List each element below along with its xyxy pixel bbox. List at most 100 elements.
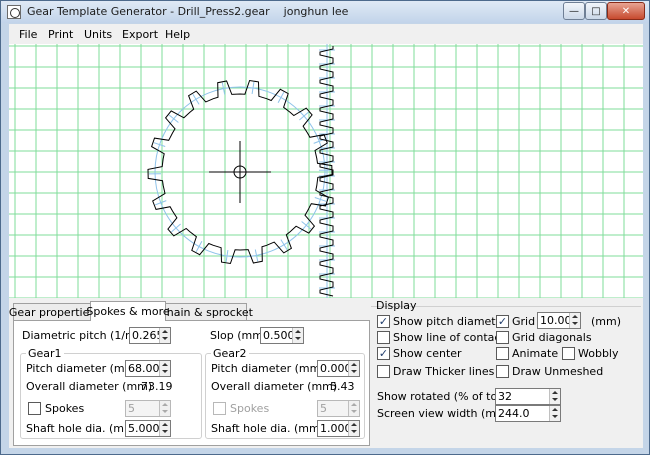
spin-arrows-icon[interactable] (348, 421, 359, 436)
spin-arrows-icon[interactable] (549, 406, 560, 421)
gear1-spokes-value[interactable]: 5 (128, 402, 135, 415)
check-icon: ✓ (497, 315, 508, 328)
grid-checkbox[interactable]: ✓ (496, 315, 509, 328)
spin-arrows-icon[interactable] (159, 401, 170, 416)
tab-spokes-more[interactable]: Spokes & more (86, 301, 170, 321)
gear1-group: Gear1 Pitch diameter (mm) 68.000 Overall… (20, 347, 202, 439)
show-line-of-contact-checkbox[interactable] (377, 331, 390, 344)
gear1-pitch-label: Pitch diameter (mm) (26, 362, 140, 375)
draw-thicker-lines-checkbox[interactable] (377, 365, 390, 378)
grid-size-stepper[interactable]: 10.000 (537, 312, 581, 329)
gear1-shaft-label: Shaft hole dia. (mm) (26, 422, 139, 435)
gear2-shaft-value[interactable]: 1.000 (320, 422, 352, 435)
display-group-title: Display (376, 299, 417, 312)
grid-diagonals-checkbox[interactable] (496, 331, 509, 344)
gear2-spokes-stepper[interactable]: 5 (317, 400, 360, 417)
menu-help[interactable]: Help (165, 28, 190, 41)
control-panel: Gear properties Spokes & more Chain & sp… (9, 298, 643, 448)
pitch-tick (280, 239, 288, 251)
maximize-button[interactable]: □ (585, 2, 607, 20)
gear1-shaft-value[interactable]: 5.000 (128, 422, 160, 435)
gear2-group-title: Gear2 (211, 347, 249, 360)
menu-print[interactable]: Print (48, 28, 73, 41)
spin-arrows-icon[interactable] (292, 328, 303, 343)
draw-unmeshed-checkbox[interactable] (496, 365, 509, 378)
gear2-overall-value: 5.43 (330, 380, 355, 393)
wobbly-checkbox[interactable] (562, 347, 575, 360)
spin-arrows-icon[interactable] (569, 313, 580, 328)
gear-app-icon (7, 5, 21, 19)
center-crosshair (209, 141, 271, 203)
pitch-diameter-lines (148, 44, 335, 298)
gear2-pitch-stepper[interactable]: 0.000 (317, 360, 360, 377)
menu-bar: File Print Units Export Help (9, 24, 643, 44)
diametric-pitch-stepper[interactable]: 0.265 (129, 327, 171, 344)
menu-file[interactable]: File (19, 28, 37, 41)
gear2-shaft-label: Shaft hole dia. (mm) (211, 422, 324, 435)
grid-unit-label: (mm) (591, 315, 622, 328)
grid-label[interactable]: Grid (512, 315, 535, 328)
show-center-label[interactable]: Show center (393, 347, 462, 360)
gear1-spokes-stepper[interactable]: 5 (125, 400, 171, 417)
spokes-tab-page: Diametric pitch (1/mm) 0.265 Slop (mm) 0… (13, 320, 370, 446)
close-button[interactable]: ✕ (607, 2, 645, 20)
spin-arrows-icon[interactable] (159, 361, 170, 376)
spin-arrows-icon[interactable] (348, 401, 359, 416)
gear2-group: Gear2 Pitch diameter (mm) 0.000 Overall … (205, 347, 365, 439)
gear-drawing (9, 44, 643, 298)
pitch-tick (277, 92, 285, 104)
pitch-tick (192, 93, 200, 105)
pitch-tick (195, 240, 203, 252)
pitch-tick (299, 111, 309, 121)
gear1-spokes-checkbox[interactable] (28, 402, 41, 415)
show-line-of-contact-label[interactable]: Show line of contact (393, 331, 505, 344)
screen-view-width-stepper[interactable]: 244.0 (495, 405, 561, 422)
show-center-checkbox[interactable]: ✓ (377, 347, 390, 360)
pitch-tick (168, 114, 179, 123)
title-bar[interactable]: Gear Template Generator - Drill_Press2.g… (1, 1, 649, 23)
gear1-overall-label: Overall diameter (mm) (26, 380, 153, 393)
spin-arrows-icon[interactable] (159, 328, 170, 343)
wobbly-label[interactable]: Wobbly (578, 347, 619, 360)
draw-thicker-lines-label[interactable]: Draw Thicker lines (393, 365, 494, 378)
window-title: Gear Template Generator - Drill_Press2.g… (27, 5, 349, 18)
gear1-shaft-stepper[interactable]: 5.000 (125, 420, 171, 437)
menu-units[interactable]: Units (84, 28, 112, 41)
pitch-tick (301, 221, 312, 230)
gear1-group-title: Gear1 (26, 347, 64, 360)
show-rotated-stepper[interactable]: 32 (495, 388, 561, 405)
spin-arrows-icon[interactable] (348, 361, 359, 376)
spin-arrows-icon[interactable] (549, 389, 560, 404)
gear2-overall-label: Overall diameter (mm) (211, 380, 338, 393)
screen-view-width-label: Screen view width (mm) (377, 407, 511, 420)
slop-value[interactable]: 0.500 (263, 329, 295, 342)
grid-diagonals-label[interactable]: Grid diagonals (512, 331, 592, 344)
gear2-spokes-checkbox[interactable] (213, 402, 226, 415)
draw-unmeshed-label[interactable]: Draw Unmeshed (512, 365, 603, 378)
screen-view-width-value[interactable]: 244.0 (498, 407, 530, 420)
minimize-button[interactable]: — (563, 2, 585, 20)
gear2-spokes-label: Spokes (230, 402, 270, 415)
tab-chain-sprocket[interactable]: Chain & sprocket (159, 303, 253, 320)
show-pitch-diameter-checkbox[interactable]: ✓ (377, 315, 390, 328)
spin-arrows-icon[interactable] (159, 421, 170, 436)
gear-canvas[interactable] (9, 44, 643, 298)
gear2-shaft-stepper[interactable]: 1.000 (317, 420, 360, 437)
animate-label[interactable]: Animate (512, 347, 558, 360)
show-pitch-diameter-label[interactable]: Show pitch diameter (393, 315, 507, 328)
gear2-spokes-value[interactable]: 5 (320, 402, 327, 415)
menu-export[interactable]: Export (122, 28, 158, 41)
animate-checkbox[interactable] (496, 347, 509, 360)
check-icon: ✓ (378, 315, 389, 328)
gear1-pitch-stepper[interactable]: 68.000 (125, 360, 171, 377)
pitch-tick (171, 223, 181, 233)
show-rotated-value[interactable]: 32 (498, 390, 512, 403)
gear1-spokes-label: Spokes (45, 402, 85, 415)
pitch-tick (155, 200, 167, 206)
slop-label: Slop (mm) (210, 329, 268, 342)
gear1-overall-value: 73.19 (141, 380, 173, 393)
slop-stepper[interactable]: 0.500 (260, 327, 304, 344)
gear2-pitch-label: Pitch diameter (mm) (211, 362, 325, 375)
tab-gear-properties[interactable]: Gear properties (9, 303, 95, 320)
gear2-pitch-value[interactable]: 0.000 (320, 362, 352, 375)
